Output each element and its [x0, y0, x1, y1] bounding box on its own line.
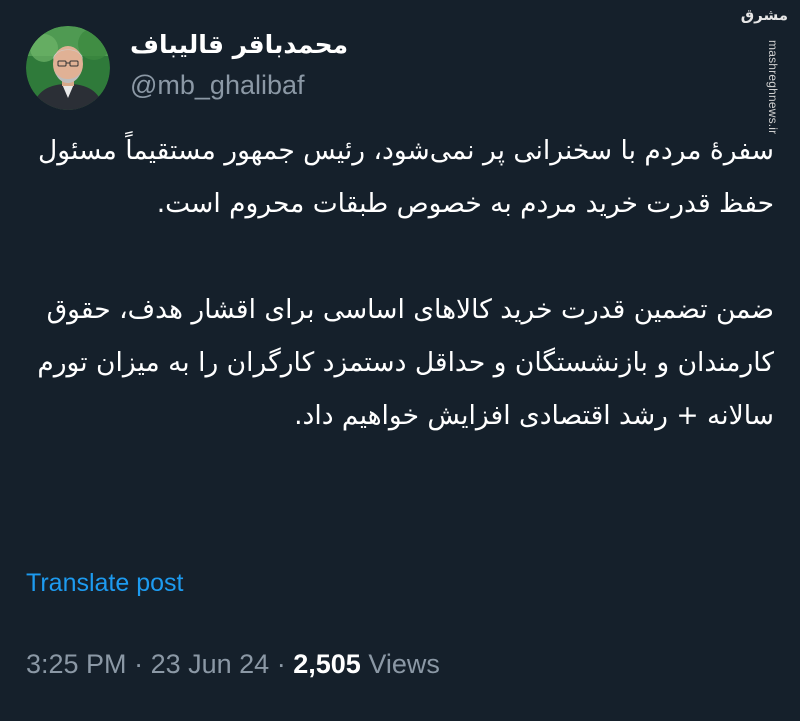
views-label: Views: [368, 649, 440, 679]
post-text: سفرهٔ مردم با سخنرانی پر نمی‌شود، رئیس ج…: [26, 124, 774, 442]
tweet-header: محمدباقر قالیباف @mb_ghalibaf: [26, 26, 740, 112]
meta-separator: ·: [276, 649, 286, 679]
views-count[interactable]: 2,505: [293, 649, 361, 679]
meta-separator: ·: [134, 649, 144, 679]
post-time[interactable]: 3:25 PM: [26, 649, 127, 679]
tweet-card: محمدباقر قالیباف @mb_ghalibaf مشرق mashr…: [0, 0, 800, 721]
handle[interactable]: @mb_ghalibaf: [130, 68, 348, 102]
post-date[interactable]: 23 Jun 24: [151, 649, 270, 679]
translate-post-link[interactable]: Translate post: [26, 565, 183, 601]
watermark-url: mashreghnews.ir: [766, 40, 780, 135]
post-paragraph-2: ضمن تضمین قدرت خرید کالاهای اساسی برای ا…: [37, 294, 774, 431]
post-meta: 3:25 PM · 23 Jun 24 · 2,505 Views: [26, 646, 440, 682]
post-paragraph-1: سفرهٔ مردم با سخنرانی پر نمی‌شود، رئیس ج…: [38, 135, 774, 219]
author-names: محمدباقر قالیباف @mb_ghalibaf: [130, 28, 348, 102]
avatar[interactable]: [26, 26, 110, 110]
profile-photo-icon: [26, 26, 110, 110]
watermark-logo: مشرق: [740, 6, 788, 24]
display-name[interactable]: محمدباقر قالیباف: [130, 28, 348, 62]
watermark: مشرق mashreghnews.ir: [740, 6, 788, 134]
